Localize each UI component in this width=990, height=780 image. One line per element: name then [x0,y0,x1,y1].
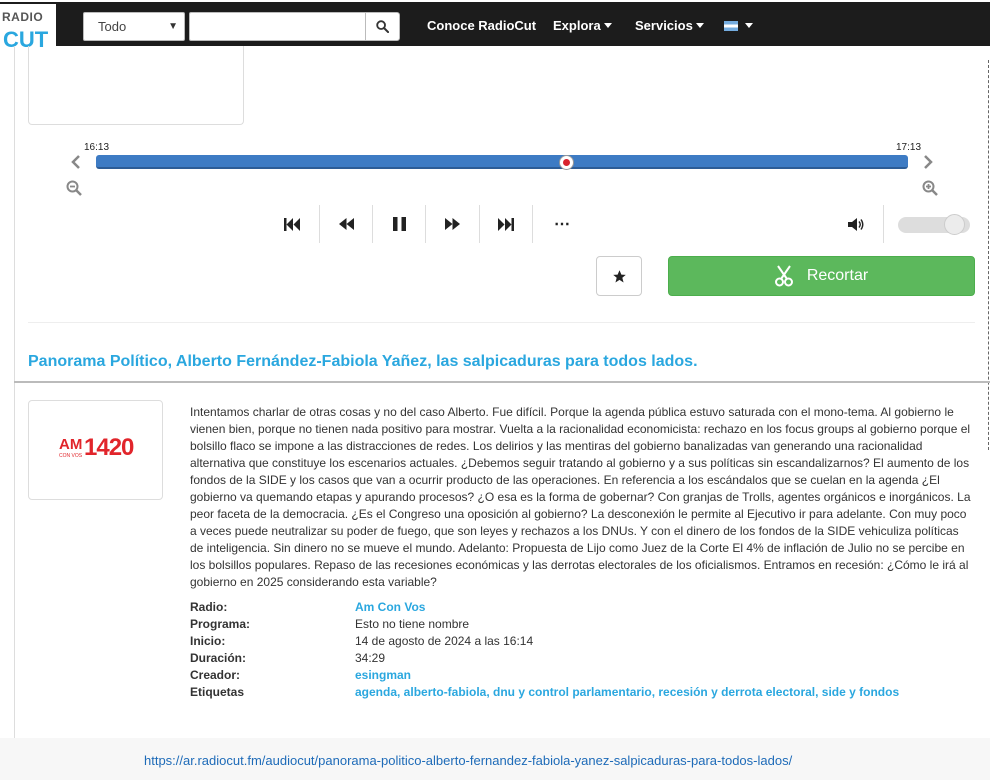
argentina-flag-icon[interactable] [724,21,738,31]
nav-link-explora-label: Explora [553,18,601,33]
skip-end-button[interactable] [480,205,532,243]
search-scope-value: Todo [98,19,127,34]
page-url-link[interactable]: https://ar.radiocut.fm/audiocut/panorama… [144,753,792,768]
meta-label-inicio: Inicio: [190,634,226,648]
divider [28,322,975,323]
meta-label-creador: Creador: [190,668,241,682]
search-button[interactable] [365,12,400,41]
volume-icon [848,217,864,231]
clip-description: Intentamos charlar de otras cosas y no d… [190,405,971,589]
chevron-right-icon[interactable] [922,154,934,170]
pause-icon [392,217,406,231]
chevron-left-icon[interactable] [70,154,82,170]
control-separator [883,205,884,243]
search-input[interactable] [189,12,366,41]
content-border [14,46,15,738]
radio-logo-con-vos: CON VOS [59,453,83,459]
zoom-in-icon[interactable] [922,180,938,196]
caret-down-icon[interactable] [745,23,753,28]
radio-logo-number: 1420 [84,434,134,461]
timeline-track[interactable] [96,155,908,169]
nav-link-servicios-label: Servicios [635,18,693,33]
meta-value-duracion: 34:29 [355,651,386,665]
nav-link-explora[interactable]: Explora [553,18,612,33]
clip-title: Panorama Político, Alberto Fernández-Fab… [28,353,698,370]
top-navbar: Todo ▼ Conoce RadioCut Explora Servicios [0,2,990,46]
dashed-divider [988,60,989,450]
skip-end-icon [498,217,514,231]
volume-button[interactable] [830,205,882,243]
volume-slider-thumb[interactable] [943,214,965,235]
radio-logo-am: AM [59,436,83,453]
fast-forward-button[interactable] [426,205,478,243]
logo-line-1: RADIO [2,10,44,24]
chevron-down-icon: ▼ [168,21,178,32]
scissors-icon [774,265,793,287]
nav-link-servicios[interactable]: Servicios [635,18,704,33]
fast-forward-icon [444,218,460,230]
meta-value-creador[interactable]: esingman [355,668,411,682]
radiocut-logo[interactable]: RADIO CUT [0,4,56,52]
thumbnail-box [28,46,244,125]
divider [14,381,990,383]
timeline-start-time: 16:13 [84,142,110,153]
cut-button[interactable]: Recortar [668,256,975,296]
skip-start-icon [284,217,300,231]
meta-value-radio[interactable]: Am Con Vos [355,600,425,614]
meta-value-programa: Esto no tiene nombre [355,617,470,631]
search-scope-select[interactable]: Todo ▼ [83,12,185,41]
caret-down-icon [695,23,704,28]
rewind-button[interactable] [320,205,372,243]
nav-link-conoce[interactable]: Conoce RadioCut [427,18,536,33]
meta-label-duracion: Duración: [190,651,247,665]
control-separator [532,205,533,243]
rewind-icon [338,218,354,230]
caret-down-icon [603,23,612,28]
radio-logo[interactable]: AM CON VOS 1420 [28,400,163,500]
star-icon [612,269,626,282]
skip-start-button[interactable] [266,205,318,243]
meta-label-etiquetas: Etiquetas [190,685,245,699]
meta-value-inicio: 14 de agosto de 2024 a las 16:14 [355,634,534,648]
meta-value-etiquetas[interactable]: agenda, alberto-fabiola, dnu y control p… [355,685,899,699]
search-icon [376,20,389,33]
meta-label-programa: Programa: [190,617,251,631]
more-options-button[interactable]: ⋯ [536,205,588,243]
zoom-out-icon[interactable] [66,180,82,196]
timeline-end-time: 17:13 [896,142,922,153]
cut-button-label: Recortar [806,267,869,284]
favorite-button[interactable] [596,256,642,296]
more-options-label: ⋯ [554,216,570,233]
pause-button[interactable] [373,205,425,243]
meta-label-radio: Radio: [190,600,228,614]
